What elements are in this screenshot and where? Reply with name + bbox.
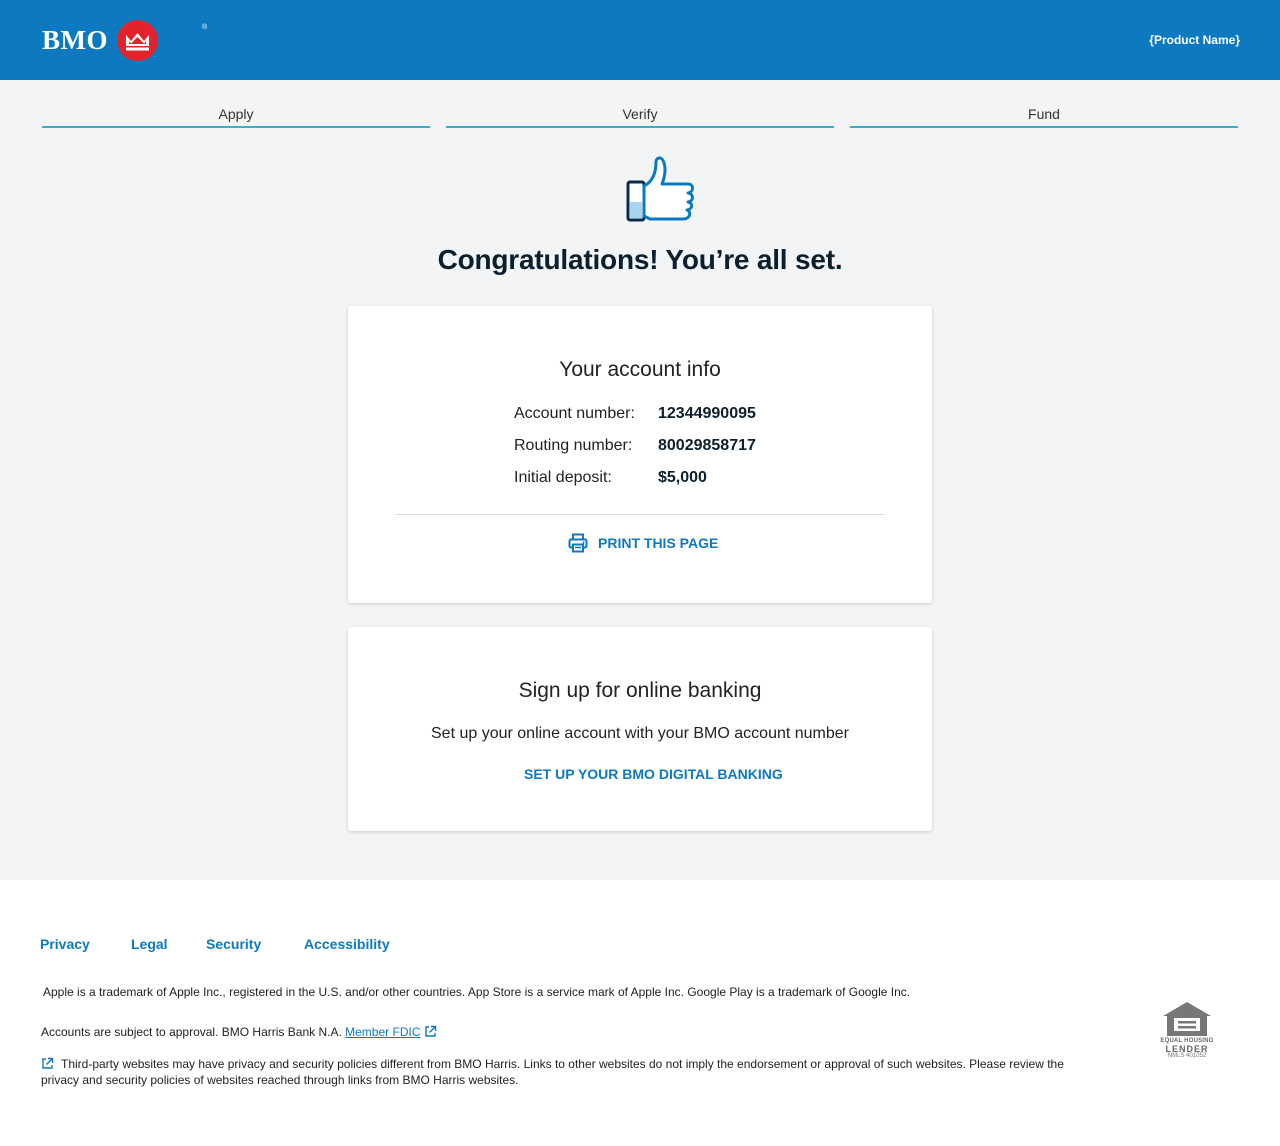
product-name: {Product Name} [1149, 33, 1240, 47]
online-banking-title: Sign up for online banking [518, 679, 762, 702]
initial-deposit-label: Initial deposit: [514, 469, 612, 486]
logo-text: BMO [42, 25, 108, 55]
external-link-icon [42, 1057, 54, 1069]
footer: Privacy Legal Security Accessibility App… [0, 880, 1280, 1146]
page-title: Congratulations! You’re all set. [437, 244, 843, 275]
ehl-nmls: NMLS 401052 [1167, 1053, 1207, 1059]
print-page-label: PRINT THIS PAGE [598, 535, 719, 551]
initial-deposit-row: Initial deposit: $5,000 [514, 469, 707, 487]
registered-mark: ® [202, 24, 208, 31]
account-number-value: 12344990095 [658, 405, 756, 422]
third-party-text: Third-party websites may have privacy an… [41, 1057, 1064, 1087]
bmo-roundel-icon [117, 20, 158, 61]
footer-link-security[interactable]: Security [206, 936, 261, 952]
footer-link-accessibility[interactable]: Accessibility [304, 936, 390, 952]
third-party-notice: Third-party websites may have privacy an… [41, 1056, 1081, 1088]
thumbs-up-icon [624, 156, 698, 224]
routing-number-value: 80029858717 [658, 437, 756, 454]
setup-digital-banking-link[interactable]: SET UP YOUR BMO DIGITAL BANKING [524, 766, 783, 782]
bmo-logo[interactable]: BMO ® [42, 20, 207, 61]
footer-link-legal[interactable]: Legal [131, 936, 168, 952]
online-banking-description: Set up your online account with your BMO… [431, 725, 849, 742]
header-bar: BMO ® {Product Name} [0, 0, 1280, 80]
step-fund: Fund [850, 106, 1238, 128]
routing-number-row: Routing number: 80029858717 [514, 437, 756, 455]
printer-icon [568, 533, 588, 553]
trademark-notice: Apple is a trademark of Apple Inc., regi… [43, 985, 911, 999]
approval-text: Accounts are subject to approval. BMO Ha… [41, 1025, 342, 1039]
footer-link-privacy[interactable]: Privacy [40, 936, 90, 952]
equal-housing-lender-icon: EQUAL HOUSING LENDER NMLS 401052 [1160, 1000, 1214, 1060]
approval-notice: Accounts are subject to approval. BMO Ha… [41, 1024, 437, 1040]
initial-deposit-value: $5,000 [658, 469, 707, 486]
online-banking-card: Sign up for online banking Set up your o… [348, 627, 932, 831]
main-content: Apply Verify Fund Congratulations! You’r… [0, 80, 1280, 880]
step-apply: Apply [42, 106, 430, 128]
card-divider [395, 514, 885, 515]
account-info-card: Your account info Account number: 123449… [348, 306, 932, 603]
member-fdic-link[interactable]: Member FDIC [345, 1025, 420, 1039]
external-link-icon [425, 1025, 437, 1037]
account-info-title: Your account info [559, 358, 721, 381]
step-verify: Verify [446, 106, 834, 128]
account-number-label: Account number: [514, 405, 635, 422]
print-page-button[interactable]: PRINT THIS PAGE [568, 533, 718, 553]
routing-number-label: Routing number: [514, 437, 633, 454]
account-number-row: Account number: 12344990095 [514, 405, 756, 423]
